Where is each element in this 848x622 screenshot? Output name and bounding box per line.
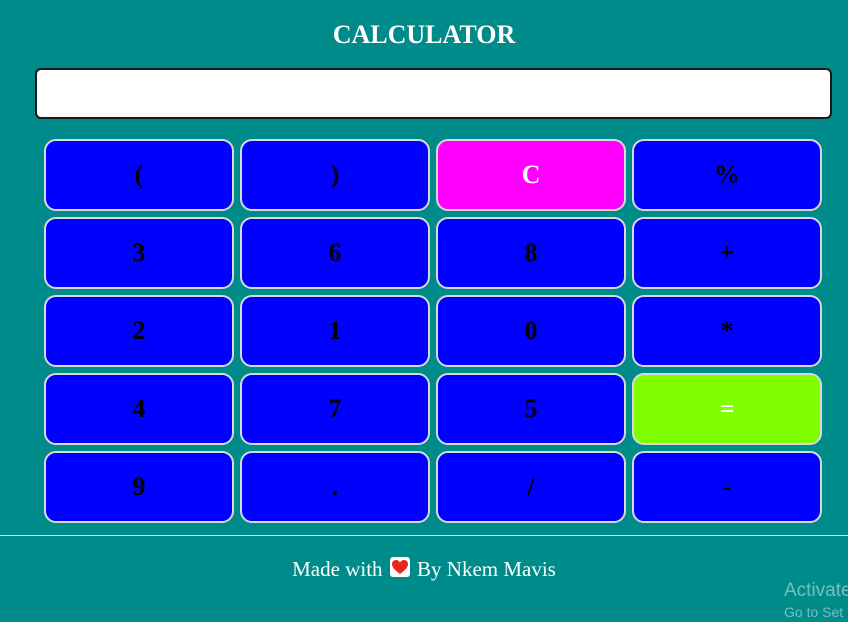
watermark-title: Activate bbox=[784, 580, 848, 601]
digit-5-button[interactable]: 5 bbox=[436, 373, 626, 445]
subtract-button[interactable]: - bbox=[632, 451, 822, 523]
digit-1-button[interactable]: 1 bbox=[240, 295, 430, 367]
digit-6-button[interactable]: 6 bbox=[240, 217, 430, 289]
decimal-button[interactable]: . bbox=[240, 451, 430, 523]
footer: Made with By Nkem Mavis bbox=[0, 555, 848, 583]
digit-7-button[interactable]: 7 bbox=[240, 373, 430, 445]
digit-4-button[interactable]: 4 bbox=[44, 373, 234, 445]
open-paren-button[interactable]: ( bbox=[44, 139, 234, 211]
close-paren-button[interactable]: ) bbox=[240, 139, 430, 211]
equals-button[interactable]: = bbox=[632, 373, 822, 445]
digit-9-button[interactable]: 9 bbox=[44, 451, 234, 523]
clear-button[interactable]: C bbox=[436, 139, 626, 211]
multiply-button[interactable]: * bbox=[632, 295, 822, 367]
footer-prefix: Made with bbox=[292, 557, 383, 581]
calculator-display[interactable] bbox=[35, 68, 832, 119]
keypad: ( ) C % 3 6 8 + 2 1 0 * 4 7 5 = 9 . / - bbox=[44, 139, 822, 523]
digit-2-button[interactable]: 2 bbox=[44, 295, 234, 367]
digit-0-button[interactable]: 0 bbox=[436, 295, 626, 367]
digit-3-button[interactable]: 3 bbox=[44, 217, 234, 289]
footer-suffix: By Nkem Mavis bbox=[417, 557, 556, 581]
add-button[interactable]: + bbox=[632, 217, 822, 289]
percent-button[interactable]: % bbox=[632, 139, 822, 211]
watermark-subtitle: Go to Set bbox=[784, 604, 844, 620]
heart-icon bbox=[389, 557, 410, 577]
digit-8-button[interactable]: 8 bbox=[436, 217, 626, 289]
page-title: CALCULATOR bbox=[332, 20, 516, 49]
footer-divider bbox=[0, 535, 848, 536]
divide-button[interactable]: / bbox=[436, 451, 626, 523]
activation-watermark: Activate Go to Set bbox=[784, 580, 848, 622]
